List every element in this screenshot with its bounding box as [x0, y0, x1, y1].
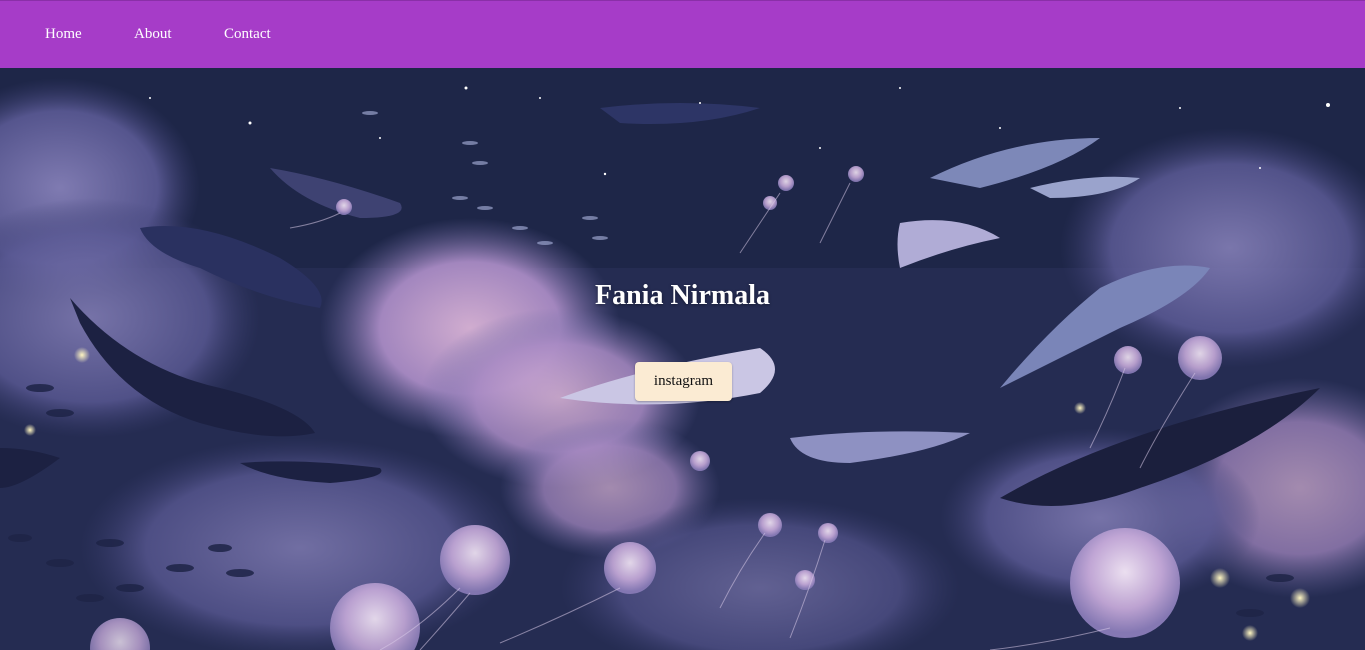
instagram-button[interactable]: instagram — [635, 362, 732, 401]
nav-about-link[interactable]: About — [134, 26, 172, 43]
hero-background-image — [0, 68, 1365, 650]
nav-home-link[interactable]: Home — [45, 26, 82, 43]
hero-section: Fania Nirmala instagram — [0, 68, 1365, 650]
hero-title: Fania Nirmala — [595, 280, 770, 311]
top-navbar: Home About Contact — [0, 0, 1365, 68]
nav-contact-link[interactable]: Contact — [224, 26, 271, 43]
